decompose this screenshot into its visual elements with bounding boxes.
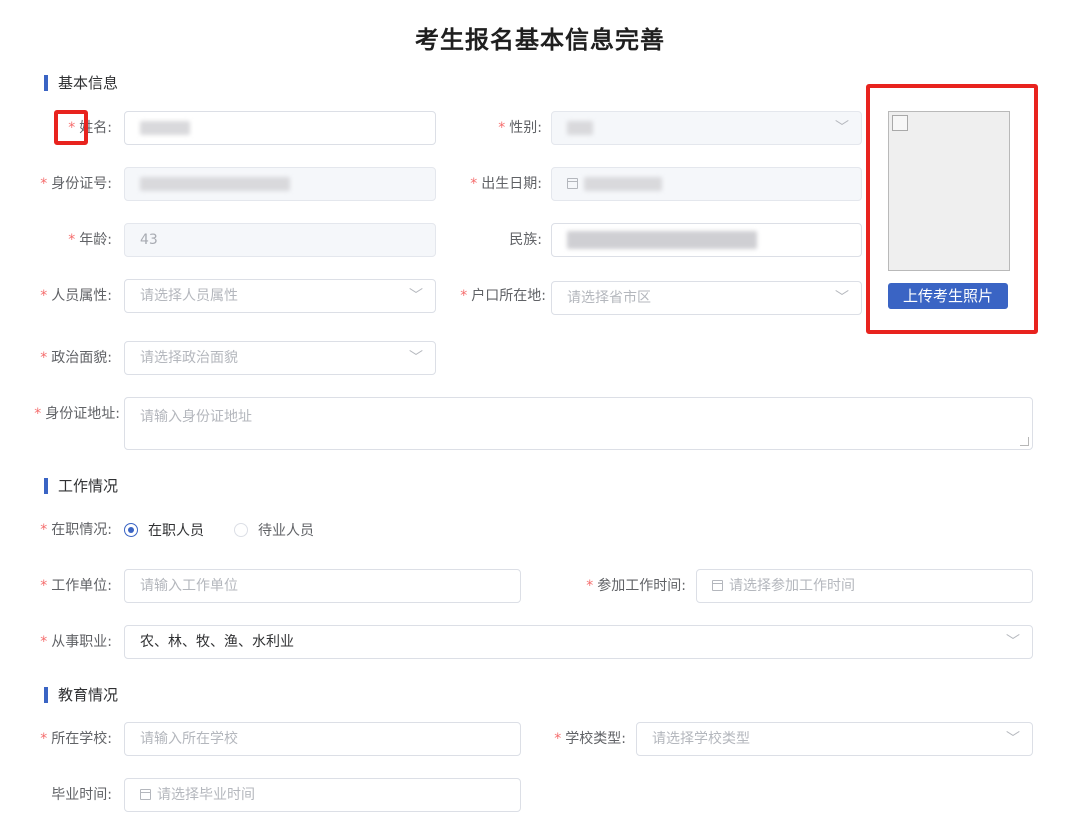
graduation-picker[interactable]: 请选择毕业时间 xyxy=(124,778,521,812)
school-label: * 所在学校: xyxy=(40,731,112,747)
calendar-icon xyxy=(567,178,578,189)
chevron-down-icon: ﹀ xyxy=(409,350,423,366)
page-title: 考生报名基本信息完善 xyxy=(415,26,665,54)
political-select[interactable]: 请选择政治面貌 ﹀ xyxy=(124,341,436,375)
chevron-down-icon: ﹀ xyxy=(409,288,423,304)
upload-photo-button[interactable]: 上传考生照片 xyxy=(888,283,1008,309)
graduation-label: 毕业时间: xyxy=(51,787,112,803)
radio-employed[interactable]: 在职人员 xyxy=(124,513,204,547)
household-label: * 户口所在地: xyxy=(460,288,546,304)
ethnicity-input[interactable] xyxy=(551,223,862,257)
redacted-value xyxy=(567,121,593,135)
section-title: 工作情况 xyxy=(58,477,119,495)
chevron-down-icon: ﹀ xyxy=(1006,731,1020,747)
redacted-value xyxy=(567,231,757,249)
resize-handle-icon[interactable] xyxy=(1020,437,1029,446)
age-label: * 年龄: xyxy=(68,232,112,248)
household-select[interactable]: 请选择省市区 ﹀ xyxy=(551,281,862,315)
ethnicity-label: 民族: xyxy=(509,232,542,248)
employment-label: * 在职情况: xyxy=(40,522,112,538)
political-label: * 政治面貌: xyxy=(40,350,112,366)
school-type-select[interactable]: 请选择学校类型 ﹀ xyxy=(636,722,1033,756)
person-type-label: * 人员属性: xyxy=(40,288,112,304)
work-unit-label: * 工作单位: xyxy=(40,578,112,594)
photo-preview xyxy=(888,111,1010,271)
broken-image-icon xyxy=(892,115,908,131)
school-type-label: * 学校类型: xyxy=(554,731,626,747)
birth-date-picker[interactable] xyxy=(551,167,862,201)
section-title: 教育情况 xyxy=(58,686,119,704)
redacted-value xyxy=(140,121,190,135)
radio-unemployed[interactable]: 待业人员 xyxy=(234,513,314,547)
occupation-label: * 从事职业: xyxy=(40,634,112,650)
section-basic-info: 基本信息 xyxy=(44,72,118,93)
section-bar xyxy=(44,74,48,91)
section-bar xyxy=(44,686,48,703)
required-mark-highlight xyxy=(54,110,88,145)
person-type-select[interactable]: 请选择人员属性 ﹀ xyxy=(124,279,436,313)
work-unit-input[interactable]: 请输入工作单位 xyxy=(124,569,521,603)
gender-select[interactable]: ﹀ xyxy=(551,111,862,145)
birth-date-label: * 出生日期: xyxy=(470,176,542,192)
calendar-icon xyxy=(712,580,723,591)
chevron-down-icon: ﹀ xyxy=(1006,634,1020,650)
occupation-select[interactable]: 农、林、牧、渔、水利业 ﹀ xyxy=(124,625,1033,659)
section-work: 工作情况 xyxy=(44,475,118,496)
id-address-textarea[interactable]: 请输入身份证地址 xyxy=(124,397,1033,450)
work-start-picker[interactable]: 请选择参加工作时间 xyxy=(696,569,1033,603)
chevron-down-icon: ﹀ xyxy=(835,120,849,136)
age-input[interactable]: 43 xyxy=(124,223,436,257)
redacted-value xyxy=(140,177,290,191)
gender-label: * 性别: xyxy=(498,120,542,136)
school-input[interactable]: 请输入所在学校 xyxy=(124,722,521,756)
radio-dot xyxy=(234,523,248,537)
chevron-down-icon: ﹀ xyxy=(835,290,849,306)
name-input[interactable] xyxy=(124,111,436,145)
section-title: 基本信息 xyxy=(58,74,119,92)
section-bar xyxy=(44,477,48,494)
id-number-label: * 身份证号: xyxy=(40,176,112,192)
work-start-label: * 参加工作时间: xyxy=(586,578,686,594)
calendar-icon xyxy=(140,789,151,800)
redacted-value xyxy=(584,177,662,191)
radio-dot xyxy=(124,523,138,537)
id-number-input[interactable] xyxy=(124,167,436,201)
section-education: 教育情况 xyxy=(44,684,118,705)
id-address-label: * 身份证地址: xyxy=(34,406,120,422)
